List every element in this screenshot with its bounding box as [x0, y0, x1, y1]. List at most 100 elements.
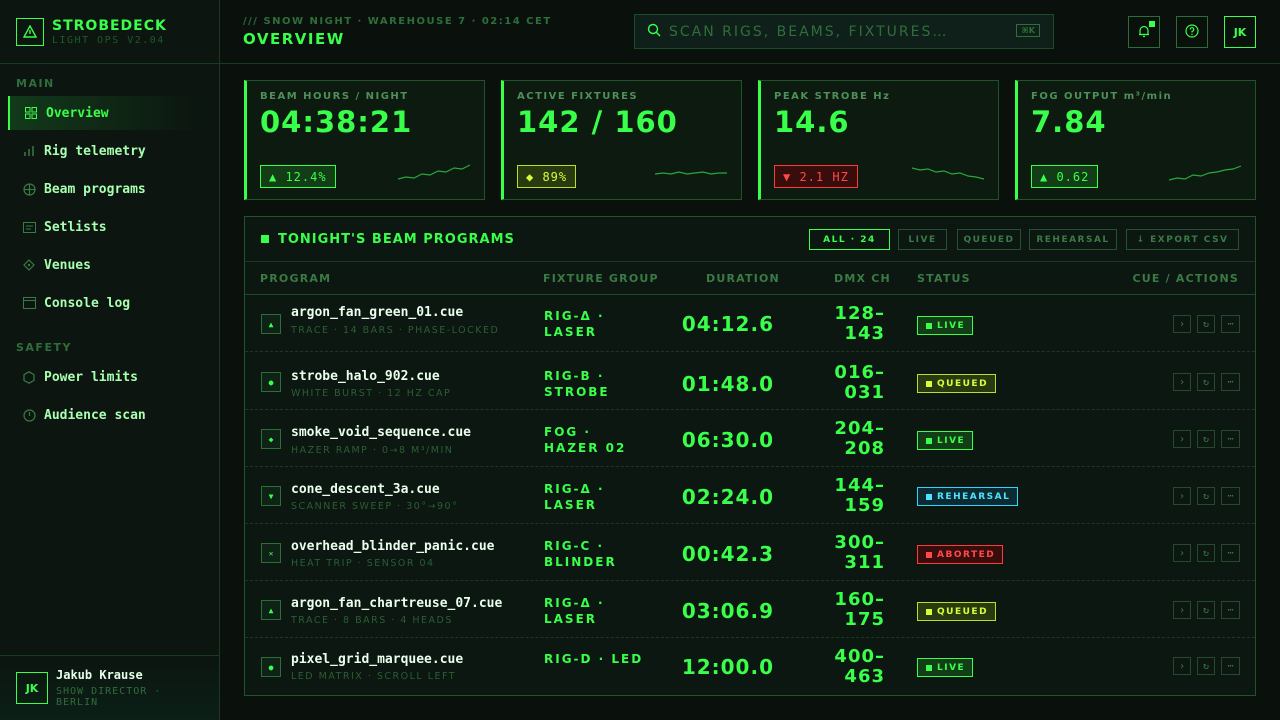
kpi-value: 7.84: [1031, 105, 1107, 139]
refresh-icon: ↻: [1202, 318, 1210, 330]
dmx-channels: 160–175: [834, 589, 885, 630]
program-name[interactable]: cone_descent_3a.cue: [291, 482, 440, 497]
table-row[interactable]: ▲ argon_fan_chartreuse_07.cue TRACE · 8 …: [245, 581, 1255, 638]
filter-live[interactable]: LIVE: [898, 229, 947, 250]
refresh-icon: ↻: [1202, 547, 1210, 559]
kpi-card-active-fixtures: ACTIVE FIXTURES 142 / 160 ◆ 89%: [501, 80, 742, 200]
play-cue-button[interactable]: ›: [1173, 487, 1191, 505]
filter-all[interactable]: ALL · 24: [809, 229, 890, 250]
search-input[interactable]: [669, 23, 969, 40]
chevron-right-icon: ›: [1178, 433, 1186, 445]
sidebar-item-venues[interactable]: Venues: [8, 248, 212, 282]
program-desc: WHITE BURST · 12 HZ CAP: [291, 388, 452, 399]
program-desc: HEAT TRIP · SENSOR 04: [291, 558, 435, 569]
table-row[interactable]: ● pixel_grid_marquee.cue LED MATRIX · SC…: [245, 638, 1255, 695]
more-icon: ⋯: [1227, 318, 1234, 330]
brand[interactable]: STROBEDECK LIGHT OPS V2.04: [0, 0, 219, 64]
fixture-group: RIG-Δ · LASER: [544, 482, 605, 512]
program-name[interactable]: argon_fan_chartreuse_07.cue: [291, 596, 502, 611]
user-role: SHOW DIRECTOR · BERLIN: [56, 686, 162, 708]
fixture-group: RIG-B · STROBE: [544, 369, 610, 399]
play-cue-button[interactable]: ›: [1173, 430, 1191, 448]
duration: 03:06.9: [681, 599, 774, 623]
user-name: Jakub Krause: [56, 668, 143, 682]
sidebar-item-console-log[interactable]: Console log: [8, 286, 212, 320]
filter-rehearsal[interactable]: REHEARSAL: [1029, 229, 1117, 250]
user-menu-button[interactable]: JK: [1224, 16, 1256, 48]
more-actions-button[interactable]: ⋯: [1221, 601, 1240, 619]
table-row[interactable]: ◆ smoke_void_sequence.cue HAZER RAMP · 0…: [245, 410, 1255, 467]
col-header-status[interactable]: STATUS: [917, 272, 971, 285]
col-header-program[interactable]: PROGRAM: [260, 272, 331, 285]
more-actions-button[interactable]: ⋯: [1221, 657, 1240, 675]
fixture-group: RIG-Δ · LASER: [544, 309, 605, 339]
table-row[interactable]: ● strobe_halo_902.cue WHITE BURST · 12 H…: [245, 353, 1255, 410]
triangle-icon: ▲: [261, 600, 281, 620]
brand-name: STROBEDECK: [52, 17, 167, 34]
play-cue-button[interactable]: ›: [1173, 657, 1191, 675]
reload-cue-button[interactable]: ↻: [1197, 373, 1215, 391]
circle-icon: ●: [261, 372, 281, 392]
list-icon: [22, 220, 36, 234]
user-profile[interactable]: JK Jakub Krause SHOW DIRECTOR · BERLIN: [0, 655, 219, 720]
sidebar-item-rig-telemetry[interactable]: Rig telemetry: [8, 134, 212, 168]
panel-marker-icon: [261, 235, 269, 243]
reload-cue-button[interactable]: ↻: [1197, 487, 1215, 505]
kpi-value: 14.6: [774, 105, 850, 139]
kpi-delta-badge: ▼ 2.1 HZ: [774, 165, 858, 188]
play-cue-button[interactable]: ›: [1173, 373, 1191, 391]
more-actions-button[interactable]: ⋯: [1221, 315, 1240, 333]
sidebar-item-label: Audience scan: [44, 407, 146, 423]
reload-cue-button[interactable]: ↻: [1197, 544, 1215, 562]
reload-cue-button[interactable]: ↻: [1197, 657, 1215, 675]
program-name[interactable]: overhead_blinder_panic.cue: [291, 539, 495, 554]
sidebar-item-overview[interactable]: Overview: [8, 96, 212, 130]
sidebar-item-label: Rig telemetry: [44, 143, 146, 159]
dmx-channels: 300–311: [834, 532, 885, 573]
more-actions-button[interactable]: ⋯: [1221, 430, 1240, 448]
col-header-duration[interactable]: DURATION: [706, 272, 780, 285]
sidebar-item-label: Overview: [46, 105, 109, 121]
duration: 06:30.0: [681, 428, 774, 452]
program-name[interactable]: strobe_halo_902.cue: [291, 369, 440, 384]
sidebar-item-audience-scan[interactable]: Audience scan: [8, 398, 212, 432]
window-icon: [22, 296, 36, 310]
search-bar[interactable]: ⌘K: [634, 14, 1054, 49]
play-cue-button[interactable]: ›: [1173, 544, 1191, 562]
program-name[interactable]: pixel_grid_marquee.cue: [291, 652, 463, 667]
play-cue-button[interactable]: ›: [1173, 315, 1191, 333]
kpi-card-fog-output: FOG OUTPUT m³/min 7.84 ▲ 0.62: [1015, 80, 1256, 200]
grid-icon: [24, 106, 38, 120]
more-actions-button[interactable]: ⋯: [1221, 487, 1240, 505]
col-header-fixture-group[interactable]: FIXTURE GROUP: [543, 272, 659, 285]
table-row[interactable]: ▼ cone_descent_3a.cue SCANNER SWEEP · 30…: [245, 467, 1255, 524]
sidebar-item-setlists[interactable]: Setlists: [8, 210, 212, 244]
more-actions-button[interactable]: ⋯: [1221, 544, 1240, 562]
nav-section-safety: SAFETY: [16, 341, 72, 354]
sidebar-item-label: Beam programs: [44, 181, 146, 197]
program-name[interactable]: argon_fan_green_01.cue: [291, 305, 463, 320]
reload-cue-button[interactable]: ↻: [1197, 601, 1215, 619]
more-icon: ⋯: [1227, 547, 1234, 559]
status-badge: QUEUED: [917, 374, 997, 393]
help-button[interactable]: [1176, 16, 1208, 48]
sidebar-item-power-limits[interactable]: Power limits: [8, 360, 212, 394]
reload-cue-button[interactable]: ↻: [1197, 430, 1215, 448]
program-name[interactable]: smoke_void_sequence.cue: [291, 425, 471, 440]
notifications-button[interactable]: [1128, 16, 1160, 48]
sparkline: [655, 171, 727, 175]
more-actions-button[interactable]: ⋯: [1221, 373, 1240, 391]
table-row[interactable]: ✕ overhead_blinder_panic.cue HEAT TRIP ·…: [245, 524, 1255, 581]
play-cue-button[interactable]: ›: [1173, 601, 1191, 619]
more-icon: ⋯: [1227, 604, 1234, 616]
diamond-icon: ◆: [261, 429, 281, 449]
dmx-channels: 016–031: [834, 362, 885, 403]
col-header-dmx[interactable]: DMX CH: [834, 272, 891, 285]
reload-cue-button[interactable]: ↻: [1197, 315, 1215, 333]
filter-queued[interactable]: QUEUED: [957, 229, 1021, 250]
program-desc: LED MATRIX · SCROLL LEFT: [291, 671, 457, 682]
export-csv-button[interactable]: ↓ EXPORT CSV: [1126, 229, 1239, 250]
table-row[interactable]: ▲ argon_fan_green_01.cue TRACE · 14 BARS…: [245, 295, 1255, 352]
sidebar-item-beam-programs[interactable]: Beam programs: [8, 172, 212, 206]
kpi-label: PEAK STROBE Hz: [774, 91, 891, 102]
